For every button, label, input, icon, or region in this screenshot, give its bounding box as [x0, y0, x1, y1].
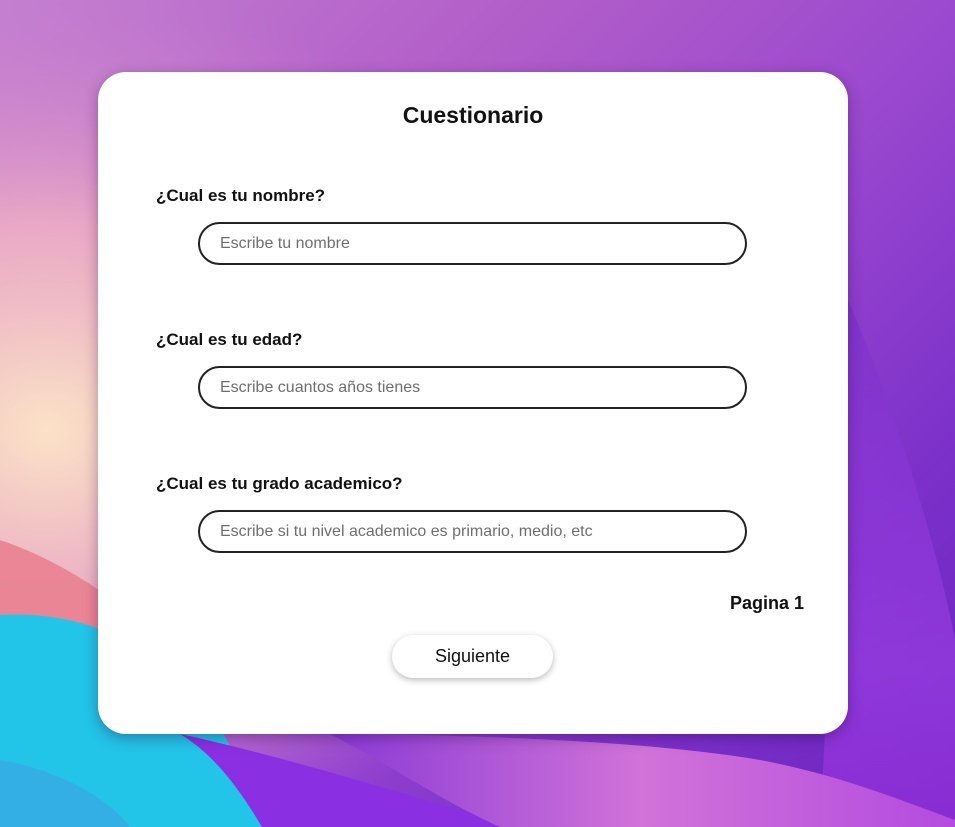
age-input[interactable]: [198, 366, 747, 409]
name-input[interactable]: [198, 222, 747, 265]
next-button[interactable]: Siguiente: [392, 635, 553, 678]
academic-level-input[interactable]: [198, 510, 747, 553]
question-name-label: ¿Cual es tu nombre?: [156, 186, 326, 205]
question-age-label: ¿Cual es tu edad?: [156, 330, 303, 349]
question-academic-label: ¿Cual es tu grado academico?: [156, 474, 403, 493]
page-title: Cuestionario: [402, 102, 544, 128]
page-indicator: Pagina 1: [729, 593, 804, 613]
questionnaire-card: Cuestionario ¿Cual es tu nombre? ¿Cual e…: [98, 72, 848, 734]
